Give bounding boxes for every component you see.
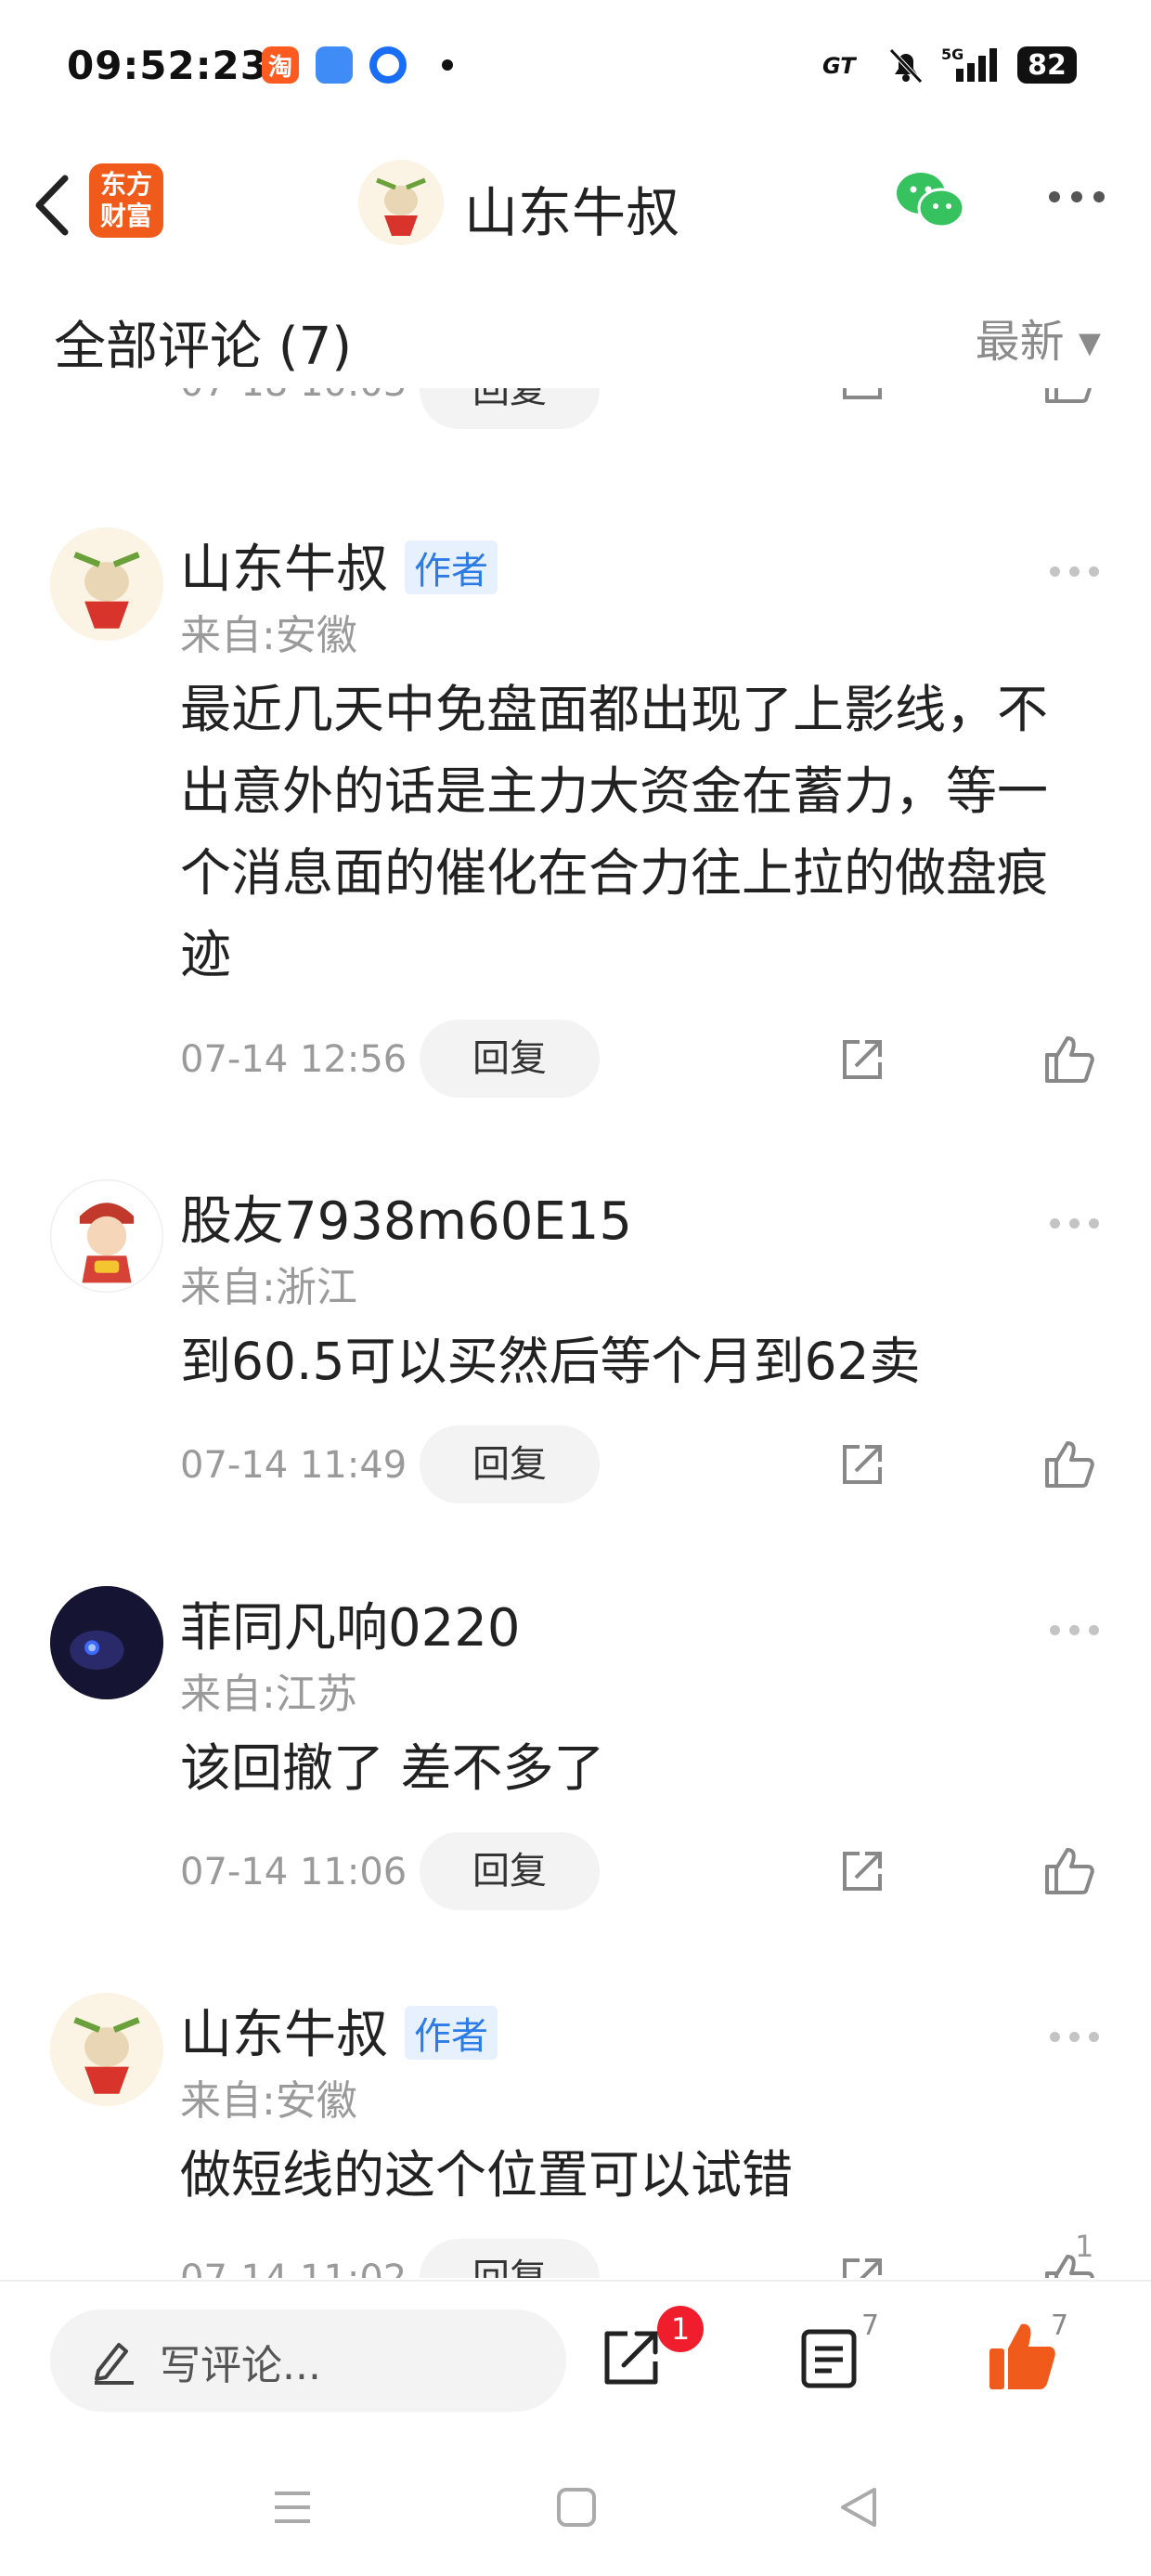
reply-button[interactable]: 回复 [420,1832,600,1910]
username[interactable]: 股友7938m60E15 [180,1179,632,1255]
battery-indicator: 82 [1017,46,1077,84]
avatar[interactable] [50,1993,163,2106]
comment-text[interactable]: 最近几天中免盘面都出现了上影线，不出意外的话是主力大资金在蓄力，等一个消息面的催… [180,669,1071,995]
top-nav-bar: 东方 财富 山东牛叔 [0,139,1151,273]
avatar[interactable] [50,1179,163,1293]
reply-button[interactable]: 回复 [420,1425,600,1503]
like-icon[interactable] [1041,388,1095,407]
cartoon-avatar-icon [50,527,163,641]
comments-section-header: 全部评论 (7) 最新 ▾ [0,271,1151,388]
signal-icon: 5G [941,46,997,82]
share-icon[interactable] [837,2253,887,2278]
status-bar: 09:52:23 淘 GT 5G 82 [0,0,1151,139]
notification-icons: 淘 [262,46,453,84]
like-icon[interactable] [1041,1844,1095,1898]
avatar[interactable] [50,1586,163,1699]
author-badge: 作者 [405,2005,498,2060]
cartoon-avatar-icon [50,1993,163,2106]
username-text: 山东牛叔 [180,540,388,600]
comment-input-placeholder: 写评论... [160,2342,321,2389]
menu-icon[interactable] [271,2484,314,2530]
comment-more-button[interactable] [1050,1625,1099,1635]
share-icon[interactable] [837,1034,887,1085]
page-title: 山东牛叔 [464,181,680,244]
app-circle-icon [369,46,407,84]
comment-more-button[interactable] [1050,566,1099,577]
gt-mode-icon: GT [822,53,857,79]
comment-more-button[interactable] [1050,1218,1099,1229]
back-arrow-icon[interactable] [26,171,82,240]
comment-item-partial: 07-18 10:03 回复 [0,388,1151,429]
comments-list-icon[interactable] [800,2328,858,2389]
comment-text[interactable]: 做短线的这个位置可以试错 [180,2134,1071,2216]
reply-button[interactable]: 回复 [420,388,600,429]
comments-count: 7 [861,2309,880,2342]
comment-more-button[interactable] [1050,2032,1099,2042]
eastmoney-logo[interactable]: 东方 财富 [89,163,163,238]
comment-time: 07-14 11:02 [180,2257,407,2278]
comment-time: 07-14 11:06 [180,1851,407,1893]
location-text: 来自:安徽 [180,612,357,659]
username[interactable]: 山东牛叔 作者 [180,1993,498,2068]
comments-count-title: 全部评论 (7) [54,317,353,377]
thumbs-up-filled-icon[interactable] [988,2321,1056,2391]
avatar[interactable] [50,527,163,641]
taobao-icon: 淘 [262,46,299,84]
comment-time: 07-14 12:56 [180,1038,407,1081]
more-options-button[interactable] [1049,191,1105,202]
like-icon[interactable] [1041,1438,1095,1491]
likes-count: 7 [1051,2309,1069,2342]
svg-text:GT: GT [822,53,857,79]
comment-item: 山东牛叔作者 来自:安徽 做短线的这个位置可以试错 07-14 11:02 回复… [0,1993,1151,2278]
home-icon[interactable] [555,2484,598,2530]
app-blue-icon [316,46,353,84]
svg-text:5G: 5G [941,46,963,63]
reply-button[interactable]: 回复 [420,1020,600,1098]
like-count: 1 [1075,2229,1094,2264]
status-time: 09:52:23 [67,43,268,88]
comment-text[interactable]: 该回撤了 差不多了 [180,1727,1071,1809]
author-avatar[interactable] [358,160,444,245]
pencil-icon [95,2343,134,2385]
comment-list: 07-18 10:03 回复 山东牛叔作者 来自:安徽 最近几天中免盘面都出现了… [0,388,1151,2278]
share-icon[interactable] [837,1846,887,1896]
share-icon[interactable] [600,2324,665,2389]
dark-photo-avatar-icon [50,1586,163,1699]
comment-time: 07-14 11:49 [180,1444,407,1487]
cartoon-avatar-icon [358,160,444,245]
location-text: 来自:江苏 [180,1671,357,1718]
location-text: 来自:浙江 [180,1264,357,1311]
logo-line1: 东方 [99,169,152,200]
username-text: 山东牛叔 [180,2005,388,2065]
comment-time: 07-18 10:03 [180,388,407,405]
mute-bell-icon [889,48,923,84]
comment-text[interactable]: 到60.5可以买然后等个月到62卖 [180,1321,1071,1402]
location-text: 来自:安徽 [180,2077,357,2125]
reply-button[interactable]: 回复 [420,2239,600,2278]
god-of-wealth-avatar-icon [50,1179,163,1293]
comment-item: 山东牛叔 作者 来自:安徽 最近几天中免盘面都出现了上影线，不出意外的话是主力大资… [0,527,1151,1098]
logo-line2: 财富 [99,201,152,231]
sort-dropdown[interactable]: 最新 ▾ [976,305,1101,370]
like-icon[interactable] [1041,1033,1095,1086]
more-notifications-dot [442,59,453,71]
comment-input[interactable]: 写评论... [50,2309,566,2412]
username[interactable]: 菲同凡响0220 [180,1586,521,1661]
username[interactable]: 山东牛叔 作者 [180,527,498,603]
system-nav-bar [0,2458,1151,2560]
author-badge: 作者 [405,540,498,594]
back-triangle-icon[interactable] [837,2484,880,2530]
bottom-action-bar: 写评论... 1 7 7 [0,2280,1151,2576]
comment-item: 菲同凡响0220 来自:江苏 该回撤了 差不多了 07-14 11:06 回复 [0,1586,1151,1910]
share-badge: 1 [657,2306,704,2352]
system-icons: GT 5G 82 [822,45,1077,85]
wechat-icon[interactable] [893,167,967,232]
share-icon[interactable] [837,388,887,405]
share-icon[interactable] [837,1439,887,1490]
comment-item: 股友7938m60E15 来自:浙江 到60.5可以买然后等个月到62卖 07-… [0,1179,1151,1503]
